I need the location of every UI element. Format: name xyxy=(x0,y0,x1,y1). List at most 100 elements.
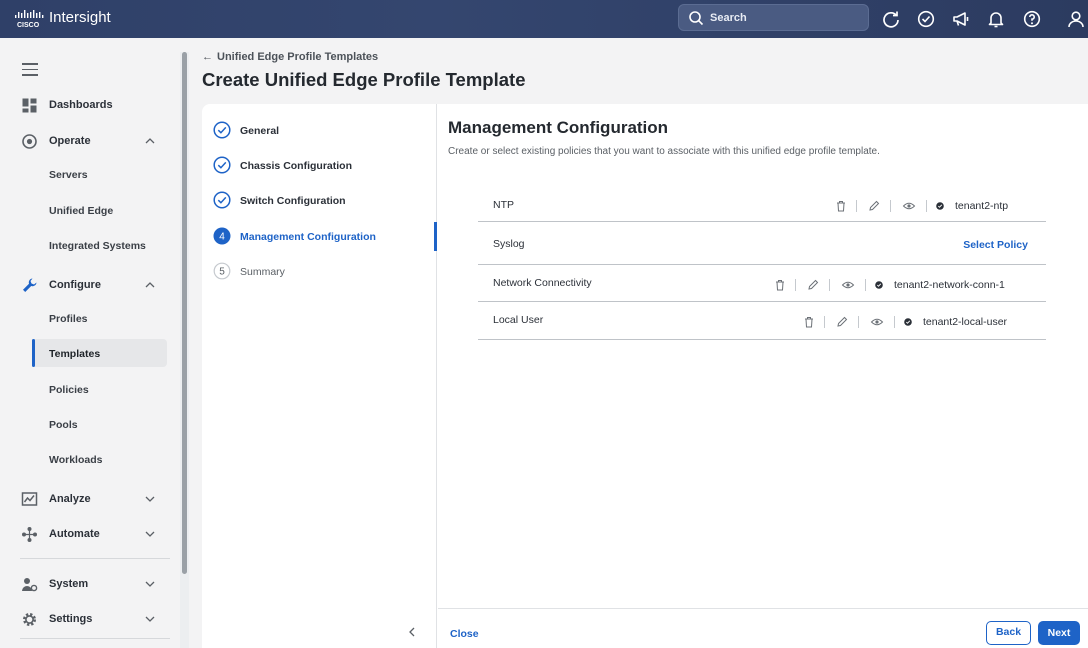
sidebar-item-system[interactable]: System xyxy=(0,570,170,598)
eye-icon[interactable] xyxy=(841,278,855,292)
step-number-badge: 5 xyxy=(213,262,231,280)
sidebar-item-workloads[interactable]: Workloads xyxy=(32,445,167,473)
policy-actions: tenant2-network-conn-1 xyxy=(773,278,1043,292)
policy-row-ntp: NTP tenant2-ntp xyxy=(478,188,1046,222)
step-switch-configuration[interactable]: Switch Configuration xyxy=(213,191,433,211)
sidebar-item-operate[interactable]: Operate xyxy=(0,127,170,155)
policy-name: Network Connectivity xyxy=(493,277,592,289)
wizard-card: General Chassis Configuration Switch Con… xyxy=(202,104,1088,648)
search-input[interactable]: Search xyxy=(678,4,869,31)
back-button[interactable]: Back xyxy=(986,621,1031,645)
hamburger-menu-icon[interactable] xyxy=(22,63,38,80)
task-check-icon[interactable] xyxy=(916,9,936,29)
policy-row-network-connectivity: Network Connectivity tenant2-network-con… xyxy=(478,265,1046,302)
select-policy-button[interactable]: Select Policy xyxy=(963,239,1028,251)
chevron-down-icon[interactable] xyxy=(144,613,156,625)
sidebar-item-label: Settings xyxy=(49,613,93,625)
sidebar-divider xyxy=(20,558,170,559)
section-description: Create or select existing policies that … xyxy=(448,146,880,157)
sidebar-item-templates[interactable]: Templates xyxy=(32,339,167,367)
step-label: Management Configuration xyxy=(240,231,376,243)
analyze-icon xyxy=(21,492,38,506)
refresh-icon[interactable] xyxy=(881,9,901,29)
sidebar-item-unified-edge[interactable]: Unified Edge xyxy=(32,196,167,224)
wizard-steps: General Chassis Configuration Switch Con… xyxy=(202,104,437,648)
cisco-logo-icon[interactable]: CISCO xyxy=(14,8,44,30)
section-title: Management Configuration xyxy=(448,118,669,137)
check-circle-icon xyxy=(213,156,231,174)
sidebar-item-label: Profiles xyxy=(49,313,88,325)
sidebar-item-label: System xyxy=(49,578,89,590)
chevron-down-icon[interactable] xyxy=(144,578,156,590)
step-general[interactable]: General xyxy=(213,121,433,141)
search-label: Search xyxy=(710,12,747,24)
policy-row-syslog: Syslog Select Policy xyxy=(478,222,1046,265)
active-step-indicator xyxy=(434,222,437,251)
trash-icon[interactable] xyxy=(802,315,816,329)
bell-icon[interactable] xyxy=(986,9,1006,29)
pencil-icon[interactable] xyxy=(806,278,820,292)
sidebar-item-label: Operate xyxy=(49,135,91,147)
trash-icon[interactable] xyxy=(773,278,787,292)
policy-value[interactable]: tenant2-ntp xyxy=(955,200,1008,212)
sidebar-item-label: Servers xyxy=(49,169,88,181)
chevron-up-icon[interactable] xyxy=(144,279,156,291)
check-circle-icon xyxy=(213,121,231,139)
step-chassis-configuration[interactable]: Chassis Configuration xyxy=(213,156,433,176)
policy-value[interactable]: tenant2-network-conn-1 xyxy=(894,279,1005,291)
search-icon xyxy=(689,11,704,26)
sidebar-item-label: Integrated Systems xyxy=(49,240,146,252)
svg-text:CISCO: CISCO xyxy=(17,22,40,29)
sidebar-item-label: Pools xyxy=(49,419,78,431)
sidebar-item-label: Automate xyxy=(49,528,100,540)
sidebar-item-pools[interactable]: Pools xyxy=(32,410,167,438)
breadcrumb-label: Unified Edge Profile Templates xyxy=(217,51,379,63)
trash-icon[interactable] xyxy=(834,199,848,213)
pencil-icon[interactable] xyxy=(867,199,881,213)
megaphone-icon[interactable] xyxy=(951,9,971,29)
wizard-footer: Close Back Next xyxy=(438,608,1088,648)
policy-name: NTP xyxy=(493,199,514,211)
selected-check-icon xyxy=(904,318,912,326)
policy-actions: tenant2-ntp xyxy=(834,199,1034,213)
step-management-configuration[interactable]: 4 Management Configuration xyxy=(213,227,433,247)
sidebar-item-analyze[interactable]: Analyze xyxy=(0,485,170,513)
policy-value[interactable]: tenant2-local-user xyxy=(923,316,1007,328)
wrench-icon xyxy=(23,278,37,292)
arrow-left-icon: ← xyxy=(202,51,213,63)
chevron-up-icon[interactable] xyxy=(144,135,156,147)
policy-name: Local User xyxy=(493,314,544,326)
help-icon[interactable] xyxy=(1022,9,1042,29)
top-bar: CISCO Intersight Search xyxy=(0,0,1088,38)
sidebar-item-automate[interactable]: Automate xyxy=(0,520,170,548)
sidebar-item-dashboards[interactable]: Dashboards xyxy=(0,91,170,119)
next-button[interactable]: Next xyxy=(1038,621,1080,645)
system-icon xyxy=(22,578,38,592)
chevron-left-icon[interactable] xyxy=(406,626,418,638)
policy-actions: tenant2-local-user xyxy=(802,315,1042,329)
sidebar-item-configure[interactable]: Configure xyxy=(0,271,170,299)
sidebar-item-label: Policies xyxy=(49,384,89,396)
svg-text:5: 5 xyxy=(219,267,225,278)
sidebar-item-label: Dashboards xyxy=(49,99,113,111)
step-label: Chassis Configuration xyxy=(240,160,353,172)
user-icon[interactable] xyxy=(1066,9,1086,29)
eye-icon[interactable] xyxy=(902,199,916,213)
sidebar-item-settings[interactable]: Settings xyxy=(0,605,170,633)
sidebar-item-policies[interactable]: Policies xyxy=(32,375,167,403)
step-label: General xyxy=(240,125,280,137)
sidebar-item-profiles[interactable]: Profiles xyxy=(32,304,167,332)
breadcrumb[interactable]: ← Unified Edge Profile Templates xyxy=(202,51,378,63)
eye-icon[interactable] xyxy=(870,315,884,329)
pencil-icon[interactable] xyxy=(835,315,849,329)
gear-icon xyxy=(23,613,36,626)
step-summary[interactable]: 5 Summary xyxy=(213,262,433,282)
close-button[interactable]: Close xyxy=(450,628,479,640)
chevron-down-icon[interactable] xyxy=(144,493,156,505)
sidebar-scrollbar-thumb[interactable] xyxy=(182,52,187,574)
chevron-down-icon[interactable] xyxy=(144,528,156,540)
sidebar-item-integrated-systems[interactable]: Integrated Systems xyxy=(32,231,167,259)
automate-icon xyxy=(22,527,37,542)
sidebar-item-servers[interactable]: Servers xyxy=(32,160,167,188)
operate-icon xyxy=(22,134,37,149)
